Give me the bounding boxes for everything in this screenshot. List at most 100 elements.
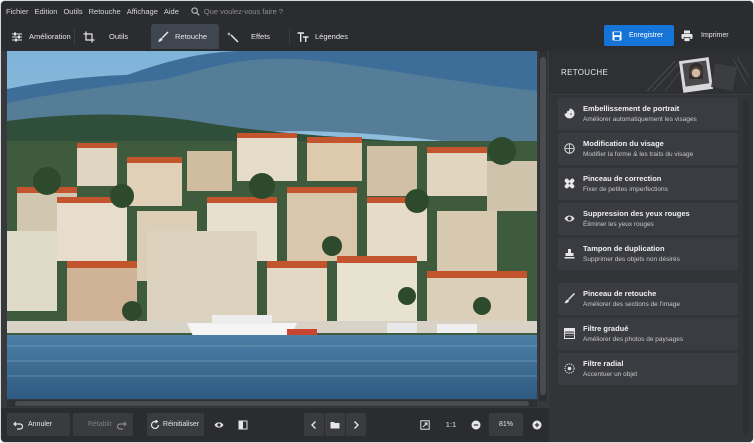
menu-affichage[interactable]: Affichage: [127, 7, 158, 16]
zoom-level[interactable]: 81%: [489, 413, 523, 436]
menu-edition[interactable]: Edition: [35, 7, 58, 16]
horizontal-scrollbar[interactable]: [7, 400, 537, 407]
tool-graduated-filter[interactable]: Filtre gradué Améliorer des photos de pa…: [558, 318, 738, 350]
scroll-thumb[interactable]: [15, 401, 529, 406]
folder-icon: [330, 421, 340, 428]
panel-scrollbar[interactable]: [743, 99, 749, 435]
reset-icon: [150, 419, 160, 429]
tab-retouche[interactable]: Retouche: [151, 24, 219, 49]
brush-icon: [564, 293, 575, 304]
zoom-in-button[interactable]: [527, 413, 547, 436]
open-folder-button[interactable]: [325, 413, 345, 436]
tool-adjustment-brush[interactable]: Pinceau de retouche Améliorer des sectio…: [558, 283, 738, 315]
compare-button[interactable]: [233, 413, 253, 436]
scroll-thumb[interactable]: [540, 57, 546, 395]
image-canvas[interactable]: [1, 51, 549, 408]
menubar: Fichier Edition Outils Retouche Affichag…: [1, 1, 753, 21]
zoom-in-icon: [532, 420, 542, 429]
search-icon: [191, 6, 200, 16]
redo-icon: [117, 421, 127, 430]
tab-legendes[interactable]: Légendes: [297, 24, 348, 49]
search-box[interactable]: [191, 6, 324, 16]
brush-icon: [158, 30, 169, 42]
print-label: Imprimer: [701, 32, 729, 39]
zoom-out-icon: [471, 420, 481, 429]
tool-title: Modification du visage: [583, 139, 664, 148]
next-image-button[interactable]: [346, 413, 366, 436]
search-input[interactable]: [203, 6, 324, 16]
tool-clone-stamp[interactable]: Tampon de duplication Supprimer des obje…: [558, 238, 738, 270]
save-label: Enregistrer: [629, 32, 664, 39]
divider: [74, 29, 75, 45]
tool-title: Tampon de duplication: [583, 244, 665, 253]
tab-label: Légendes: [315, 32, 348, 41]
tool-portrait-enhancement[interactable]: Embellissement de portrait Améliorer aut…: [558, 98, 738, 130]
tab-effets[interactable]: Effets: [227, 24, 270, 49]
zoom-out-button[interactable]: [466, 413, 486, 436]
gradient-icon: [564, 328, 575, 339]
reset-label: Réinitialiser: [162, 421, 200, 428]
radial-icon: [564, 363, 575, 374]
tab-label: Retouche: [175, 32, 208, 41]
undo-label: Annuler: [28, 421, 53, 428]
tool-title: Embellissement de portrait: [583, 104, 680, 113]
tool-radial-filter[interactable]: Filtre radial Accentuer un objet: [558, 353, 738, 385]
stamp-icon: [564, 249, 575, 259]
portrait-magic-icon: [564, 108, 575, 119]
chevron-left-icon: [311, 420, 316, 429]
tool-subtitle: Supprimer des objets non désirés: [583, 256, 680, 263]
menu-aide[interactable]: Aide: [164, 7, 179, 16]
menu-fichier[interactable]: Fichier: [6, 7, 29, 16]
main-toolbar: Amélioration Outils Retouche Effets Lége…: [1, 21, 753, 51]
tool-healing-brush[interactable]: Pinceau de correction Fixer de petites i…: [558, 168, 738, 200]
tool-face-modification[interactable]: Modification du visage Modifier la forme…: [558, 133, 738, 165]
save-button[interactable]: Enregistrer: [604, 25, 674, 46]
tab-label: Outils: [109, 32, 129, 41]
floppy-icon: [612, 31, 622, 40]
bandage-icon: [564, 178, 575, 189]
fit-screen-icon: [420, 419, 430, 430]
split-view-icon: [238, 420, 248, 429]
tool-title: Filtre gradué: [583, 324, 629, 333]
tool-subtitle: Modifier la forme & les traits du visage: [583, 151, 694, 158]
tool-subtitle: Améliorer automatiquement les visages: [583, 116, 697, 123]
tab-amelioration[interactable]: Amélioration: [11, 24, 71, 49]
tab-outils[interactable]: Outils: [83, 24, 128, 49]
tool-red-eye-removal[interactable]: Suppression des yeux rouges Éliminer les…: [558, 203, 738, 235]
photo-editor-window: Fichier Edition Outils Retouche Affichag…: [1, 1, 753, 442]
redo-button[interactable]: Rétablir: [73, 413, 133, 436]
eye-icon: [214, 421, 224, 428]
tool-title: Pinceau de correction: [583, 174, 662, 183]
actual-size-button[interactable]: 1:1: [441, 413, 461, 436]
crop-icon: [83, 31, 95, 42]
tool-subtitle: Accentuer un objet: [583, 371, 638, 378]
actual-size-label: 1:1: [445, 420, 457, 429]
redo-label: Rétablir: [87, 421, 112, 428]
tool-subtitle: Améliorer des sections de l'image: [583, 301, 680, 308]
printer-icon: [681, 30, 693, 42]
undo-icon: [13, 421, 23, 430]
tab-label: Effets: [251, 32, 271, 41]
tool-subtitle: Éliminer les yeux rouges: [583, 221, 654, 228]
print-button[interactable]: Imprimer: [679, 25, 739, 46]
divider: [289, 29, 290, 45]
panel-header: RETOUCHE: [549, 51, 753, 95]
edited-photo[interactable]: [7, 51, 537, 399]
menu-outils[interactable]: Outils: [63, 7, 82, 16]
menu-retouche[interactable]: Retouche: [89, 7, 121, 16]
vertical-scrollbar[interactable]: [539, 51, 547, 401]
previous-image-button[interactable]: [304, 413, 324, 436]
face-outline-icon: [564, 143, 575, 154]
tool-title: Pinceau de retouche: [583, 289, 657, 298]
chevron-right-icon: [354, 420, 359, 429]
undo-button[interactable]: Annuler: [7, 413, 70, 436]
reset-button[interactable]: Réinitialiser: [147, 413, 204, 436]
bottom-bar: Annuler Rétablir Réinitialiser 1:1 81%: [1, 408, 549, 442]
fit-to-screen-button[interactable]: [415, 413, 435, 436]
tool-subtitle: Fixer de petites imperfections: [583, 186, 668, 193]
tool-title: Suppression des yeux rouges: [583, 209, 690, 218]
header-illustration: [645, 55, 749, 93]
tool-title: Filtre radial: [583, 359, 624, 368]
preview-eye-button[interactable]: [209, 413, 229, 436]
magic-wand-icon: [227, 31, 239, 43]
